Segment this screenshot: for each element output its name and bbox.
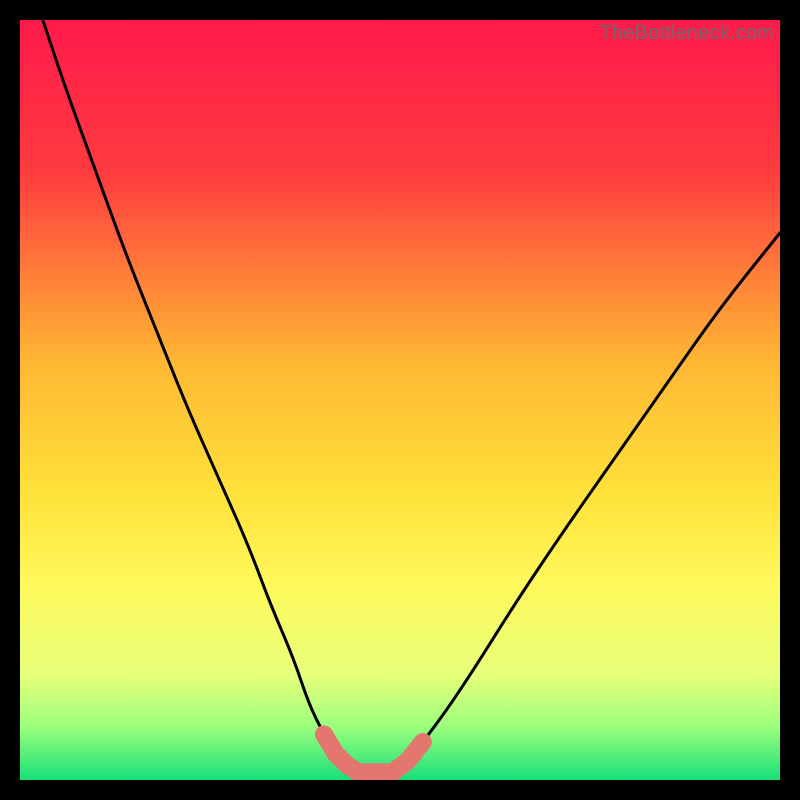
marker-dot	[318, 728, 330, 740]
chart-background	[20, 20, 780, 780]
chart-frame: TheBottleneck.com	[20, 20, 780, 780]
chart-svg	[20, 20, 780, 780]
marker-dot	[400, 753, 416, 769]
marker-dot	[328, 746, 342, 760]
marker-dot	[417, 736, 429, 748]
watermark-text: TheBottleneck.com	[599, 22, 774, 45]
